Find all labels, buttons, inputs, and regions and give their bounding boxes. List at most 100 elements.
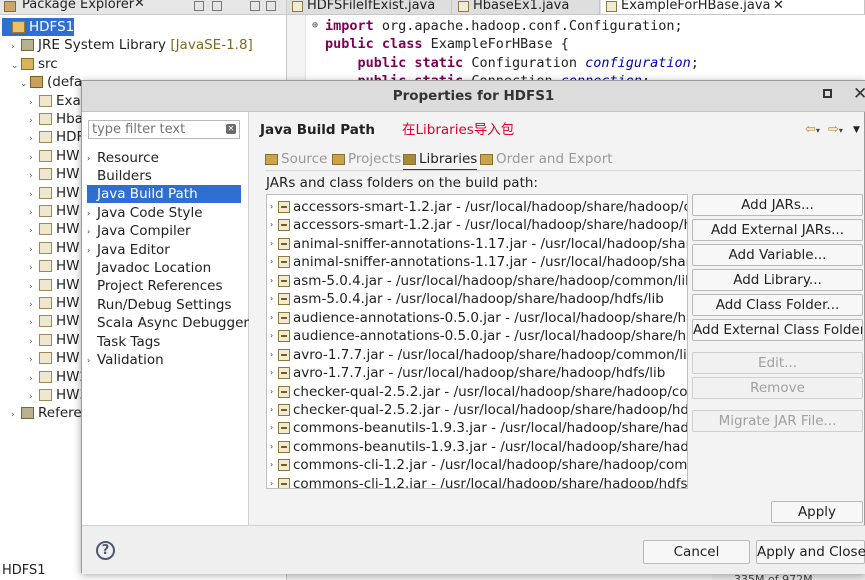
tab-libraries[interactable]: Libraries xyxy=(403,151,478,171)
nav-item[interactable]: Builders xyxy=(87,167,241,185)
apply-button[interactable]: Apply xyxy=(771,501,863,523)
expand-arrow-icon[interactable]: › xyxy=(29,186,39,204)
tree-item[interactable]: ⌄ (defa xyxy=(20,73,82,91)
tab-order-and-export[interactable]: Order and Export xyxy=(480,151,613,169)
tree-item[interactable]: › JRE System Library [JavaSE-1.8] xyxy=(11,36,253,54)
expand-arrow-icon[interactable]: › xyxy=(29,296,39,314)
remove-button[interactable]: Remove xyxy=(692,377,863,399)
tree-item[interactable]: › HW1 xyxy=(29,239,88,257)
fold-icon[interactable]: ⊕ xyxy=(312,20,318,31)
maximize-icon[interactable] xyxy=(823,89,832,98)
tree-item[interactable]: › HW2 xyxy=(29,368,88,386)
jar-entry[interactable]: › avro-1.7.7.jar - /usr/local/hadoop/shar… xyxy=(267,364,687,382)
tab-projects[interactable]: Projects xyxy=(332,151,401,169)
migrate-jar-file-button[interactable]: Migrate JAR File... xyxy=(692,410,863,432)
tree-item[interactable]: › HW3 xyxy=(29,386,88,404)
expand-arrow-icon[interactable]: › xyxy=(29,149,39,167)
nav-item[interactable]: › Java Code Style xyxy=(87,204,241,222)
expand-arrow-icon[interactable]: › xyxy=(270,364,273,382)
tree-item[interactable]: › HW1 xyxy=(29,202,88,220)
add-external-class-folder-button[interactable]: Add External Class Folder... xyxy=(692,319,863,341)
cancel-button[interactable]: Cancel xyxy=(643,540,750,564)
expand-arrow-icon[interactable]: › xyxy=(270,198,273,216)
expand-arrow-icon[interactable]: › xyxy=(270,475,273,488)
expand-arrow-icon[interactable]: › xyxy=(29,94,39,112)
expand-arrow-icon[interactable]: › xyxy=(29,351,39,369)
expand-arrow-icon[interactable]: › xyxy=(29,370,39,388)
tree-item[interactable]: › HW1 xyxy=(29,184,88,202)
jar-entry[interactable]: › audience-annotations-0.5.0.jar - /usr/l… xyxy=(267,327,687,345)
expand-arrow-icon[interactable]: › xyxy=(11,38,21,56)
nav-item[interactable]: › Java Compiler xyxy=(87,222,241,240)
collapse-all-icon[interactable] xyxy=(194,1,204,11)
tree-item[interactable]: › HW1 xyxy=(29,294,88,312)
clear-filter-icon[interactable]: ✕ xyxy=(226,124,236,134)
expand-arrow-icon[interactable]: › xyxy=(270,456,273,474)
jar-entry[interactable]: › audience-annotations-0.5.0.jar - /usr/l… xyxy=(267,309,687,327)
tree-item[interactable]: › HDF xyxy=(29,128,84,146)
expand-arrow-icon[interactable]: › xyxy=(29,204,39,222)
package-explorer-tab[interactable]: Package Explorer ✕ xyxy=(0,0,286,15)
expand-arrow-icon[interactable]: › xyxy=(270,235,273,253)
expand-arrow-icon[interactable]: › xyxy=(270,327,273,345)
jar-entry[interactable]: › checker-qual-2.5.2.jar - /usr/local/had… xyxy=(267,383,687,401)
jar-entry[interactable]: › accessors-smart-1.2.jar - /usr/local/ha… xyxy=(267,216,687,234)
expand-arrow-icon[interactable]: › xyxy=(270,253,273,271)
expand-arrow-icon[interactable]: › xyxy=(29,222,39,240)
expand-arrow-icon[interactable]: › xyxy=(29,112,39,130)
nav-item[interactable]: › Resource xyxy=(87,149,241,167)
expand-arrow-icon[interactable]: › xyxy=(270,401,273,419)
expand-arrow-icon[interactable]: ⌄ xyxy=(11,57,21,75)
maximize-icon[interactable] xyxy=(266,1,276,11)
edit-button[interactable]: Edit... xyxy=(692,352,863,374)
close-icon[interactable]: ✕ xyxy=(773,0,784,12)
dialog-titlebar[interactable]: Properties for HDFS1 ✕ xyxy=(82,81,865,112)
jar-entry[interactable]: › asm-5.0.4.jar - /usr/local/hadoop/share… xyxy=(267,290,687,308)
tree-item[interactable]: › Refere xyxy=(11,404,82,422)
editor-tab[interactable]: HDFSFileIfExist.java xyxy=(287,0,452,14)
jar-entry[interactable]: › accessors-smart-1.2.jar - /usr/local/ha… xyxy=(267,198,687,216)
nav-item[interactable]: › Validation xyxy=(87,351,241,369)
nav-item[interactable]: Scala Async Debugger xyxy=(87,314,249,332)
expand-arrow-icon[interactable]: › xyxy=(270,383,273,401)
jar-entry[interactable]: › avro-1.7.7.jar - /usr/local/hadoop/shar… xyxy=(267,346,687,364)
editor-tab[interactable]: HbaseEx1.java xyxy=(453,0,600,14)
tree-item[interactable]: › HW1 xyxy=(29,276,88,294)
jar-entry[interactable]: › commons-cli-1.2.jar - /usr/local/hadoop… xyxy=(267,456,687,474)
jar-list[interactable]: › accessors-smart-1.2.jar - /usr/local/ha… xyxy=(266,194,688,489)
minimize-icon[interactable] xyxy=(250,1,260,11)
expand-arrow-icon[interactable]: › xyxy=(29,278,39,296)
tree-item[interactable]: › HW1 xyxy=(29,312,88,330)
nav-item[interactable]: Project References xyxy=(87,277,241,295)
add-jars-button[interactable]: Add JARs... xyxy=(692,194,863,216)
expand-arrow-icon[interactable]: › xyxy=(270,272,273,290)
apply-and-close-button[interactable]: Apply and Close xyxy=(756,540,865,564)
link-editor-icon[interactable] xyxy=(212,1,222,11)
nav-item[interactable]: Java Build Path xyxy=(87,185,241,204)
expand-arrow-icon[interactable]: › xyxy=(29,167,39,185)
jar-entry[interactable]: › animal-sniffer-annotations-1.17.jar - /… xyxy=(267,253,687,271)
nav-item[interactable]: Task Tags xyxy=(87,333,241,351)
expand-arrow-icon[interactable]: › xyxy=(29,388,39,406)
editor-tab[interactable]: ExampleForHBase.java ✕ xyxy=(601,0,865,14)
tab-source[interactable]: Source xyxy=(265,151,327,169)
expand-arrow-icon[interactable]: › xyxy=(270,346,273,364)
back-arrow-icon[interactable]: ⇦▾ xyxy=(805,122,820,137)
add-class-folder-button[interactable]: Add Class Folder... xyxy=(692,294,863,316)
tree-item[interactable]: › HW1 xyxy=(29,147,88,165)
nav-item[interactable]: Javadoc Location xyxy=(87,259,241,277)
expand-arrow-icon[interactable]: › xyxy=(270,438,273,456)
jar-entry[interactable]: › checker-qual-2.5.2.jar - /usr/local/had… xyxy=(267,401,687,419)
nav-item[interactable]: › Java Editor xyxy=(87,241,241,259)
tree-item[interactable]: HDFS1 xyxy=(2,18,75,36)
expand-arrow-icon[interactable]: ⌄ xyxy=(20,75,30,93)
filter-box[interactable]: ✕ xyxy=(88,120,240,139)
jar-entry[interactable]: › animal-sniffer-annotations-1.17.jar - /… xyxy=(267,235,687,253)
expand-arrow-icon[interactable]: › xyxy=(11,406,21,424)
tree-item[interactable]: › HW1 xyxy=(29,257,88,275)
nav-item[interactable]: Run/Debug Settings xyxy=(87,296,241,314)
forward-arrow-icon[interactable]: ⇨▾ xyxy=(828,122,843,137)
tree-item[interactable]: › HW1 xyxy=(29,331,88,349)
close-icon[interactable]: ✕ xyxy=(853,84,865,104)
expand-arrow-icon[interactable]: › xyxy=(270,290,273,308)
